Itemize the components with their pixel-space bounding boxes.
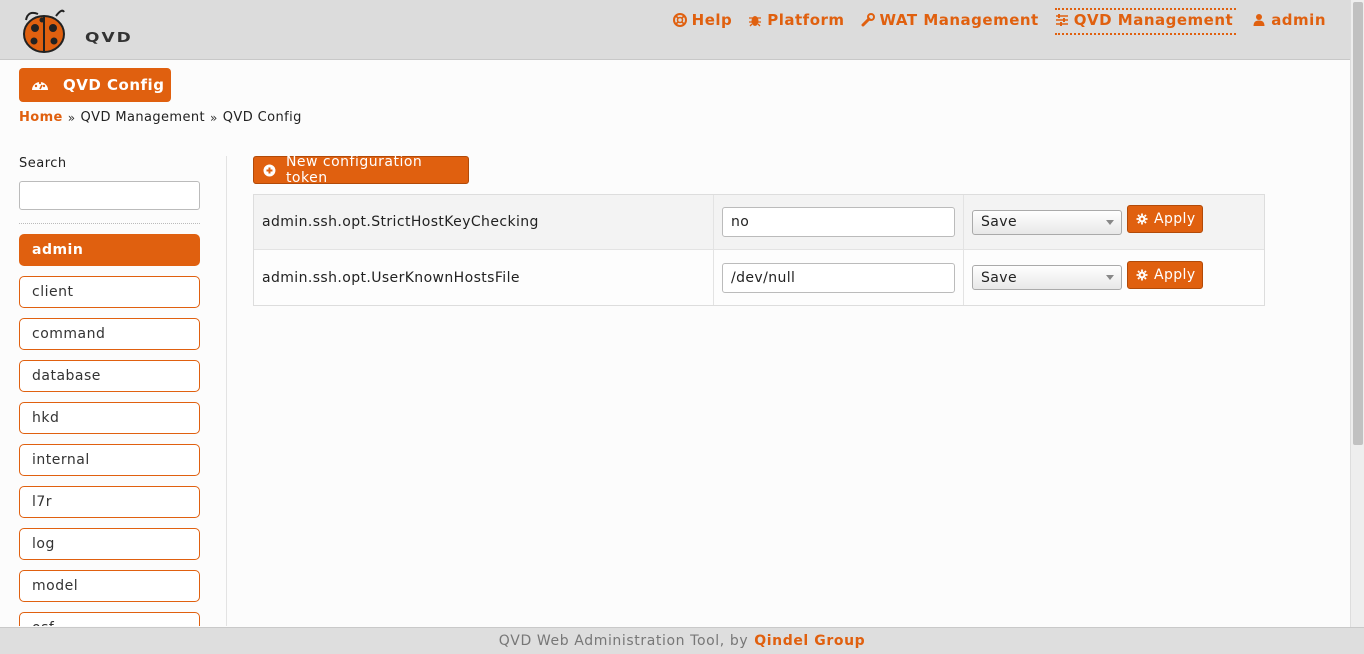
table-row: admin.ssh.opt.StrictHostKeyChecking no S…	[254, 195, 1264, 250]
token-value-cell: /dev/null	[714, 250, 964, 305]
sidebar-border	[226, 156, 227, 626]
nav-admin-label: admin	[1271, 11, 1326, 29]
nav-platform[interactable]: Platform	[748, 8, 844, 35]
breadcrumb-home[interactable]: Home	[19, 110, 63, 125]
apply-label: Apply	[1154, 266, 1196, 283]
breadcrumb-current: QVD Config	[222, 110, 302, 125]
footer: QVD Web Administration Tool, by Qindel G…	[0, 627, 1364, 654]
scrollbar-thumb[interactable]	[1353, 2, 1363, 445]
nav-help[interactable]: Help	[672, 8, 733, 35]
breadcrumb-qvd-management[interactable]: QVD Management	[81, 110, 206, 125]
category-model[interactable]: model	[19, 570, 200, 602]
lifebuoy-icon	[672, 13, 687, 27]
search-label: Search	[19, 156, 67, 171]
nav-admin[interactable]: admin	[1252, 8, 1326, 35]
footer-brand-link[interactable]: Qindel Group	[754, 633, 865, 649]
nav-platform-label: Platform	[767, 11, 845, 29]
category-client[interactable]: client	[19, 276, 200, 308]
wrench-icon	[861, 13, 875, 27]
main-nav: Help Platform WAT Management QVD Managem…	[657, 8, 1326, 35]
action-select-value: Save	[981, 269, 1017, 286]
new-configuration-token-button[interactable]: New configuration token	[253, 154, 469, 186]
token-value-input[interactable]: /dev/null	[722, 262, 955, 293]
qvd-logo[interactable]: QVD	[18, 6, 131, 54]
action-select[interactable]: Save	[972, 209, 1122, 235]
action-select[interactable]: Save	[972, 265, 1122, 290]
table-row: admin.ssh.opt.UserKnownHostsFile /dev/nu…	[254, 250, 1264, 305]
top-header: QVD Help Platform WAT Management QVD Man…	[0, 0, 1364, 60]
category-hkd[interactable]: hkd	[19, 402, 200, 434]
category-log[interactable]: log	[19, 528, 200, 560]
caret-down-icon	[1106, 275, 1114, 280]
gear-icon	[1136, 269, 1148, 280]
plus-circle-icon	[263, 164, 276, 176]
config-token-table: admin.ssh.opt.StrictHostKeyChecking no S…	[253, 194, 1265, 306]
category-internal[interactable]: internal	[19, 444, 200, 476]
token-actions: Save Apply	[964, 195, 1264, 249]
category-admin[interactable]: admin	[19, 234, 200, 266]
breadcrumb-separator-icon: »	[210, 110, 218, 125]
category-database[interactable]: database	[19, 360, 200, 392]
category-command[interactable]: command	[19, 318, 200, 350]
action-select-value: Save	[981, 214, 1017, 230]
sidebar-divider	[19, 223, 200, 224]
caret-down-icon	[1106, 219, 1114, 225]
page-title: QVD Config	[19, 68, 171, 102]
breadcrumb: Home » QVD Management » QVD Config	[19, 110, 302, 125]
token-value-cell: no	[714, 195, 964, 249]
category-list: admin client command database hkd intern…	[19, 234, 200, 626]
page-scrollbar[interactable]	[1350, 0, 1364, 627]
logo-text: QVD	[85, 30, 133, 46]
category-l7r[interactable]: l7r	[19, 486, 200, 518]
nav-wat-label: WAT Management	[879, 11, 1039, 29]
token-key: admin.ssh.opt.StrictHostKeyChecking	[254, 195, 714, 249]
nav-wat-management[interactable]: WAT Management	[861, 8, 1039, 35]
apply-label: Apply	[1154, 211, 1196, 227]
token-value-input[interactable]: no	[722, 207, 955, 237]
gear-icon	[1136, 213, 1148, 225]
token-key: admin.ssh.opt.UserKnownHostsFile	[254, 250, 714, 305]
footer-text: QVD Web Administration Tool, by	[498, 633, 749, 649]
ladybug-logo-icon	[23, 9, 65, 53]
nav-qvd-label: QVD Management	[1073, 11, 1234, 29]
page-title-text: QVD Config	[63, 76, 165, 94]
user-icon	[1253, 14, 1265, 26]
apply-button[interactable]: Apply	[1127, 260, 1203, 289]
breadcrumb-separator-icon: »	[67, 110, 76, 125]
dashboard-icon	[32, 81, 48, 90]
sliders-icon	[1055, 14, 1068, 26]
bug-icon	[749, 16, 762, 27]
apply-button[interactable]: Apply	[1127, 205, 1203, 233]
nav-qvd-management[interactable]: QVD Management	[1054, 8, 1237, 35]
search-input[interactable]	[19, 181, 200, 210]
category-osf[interactable]: osf	[19, 612, 200, 626]
nav-help-label: Help	[691, 11, 733, 29]
token-actions: Save Apply	[964, 250, 1264, 305]
new-button-label: New configuration token	[285, 154, 423, 186]
